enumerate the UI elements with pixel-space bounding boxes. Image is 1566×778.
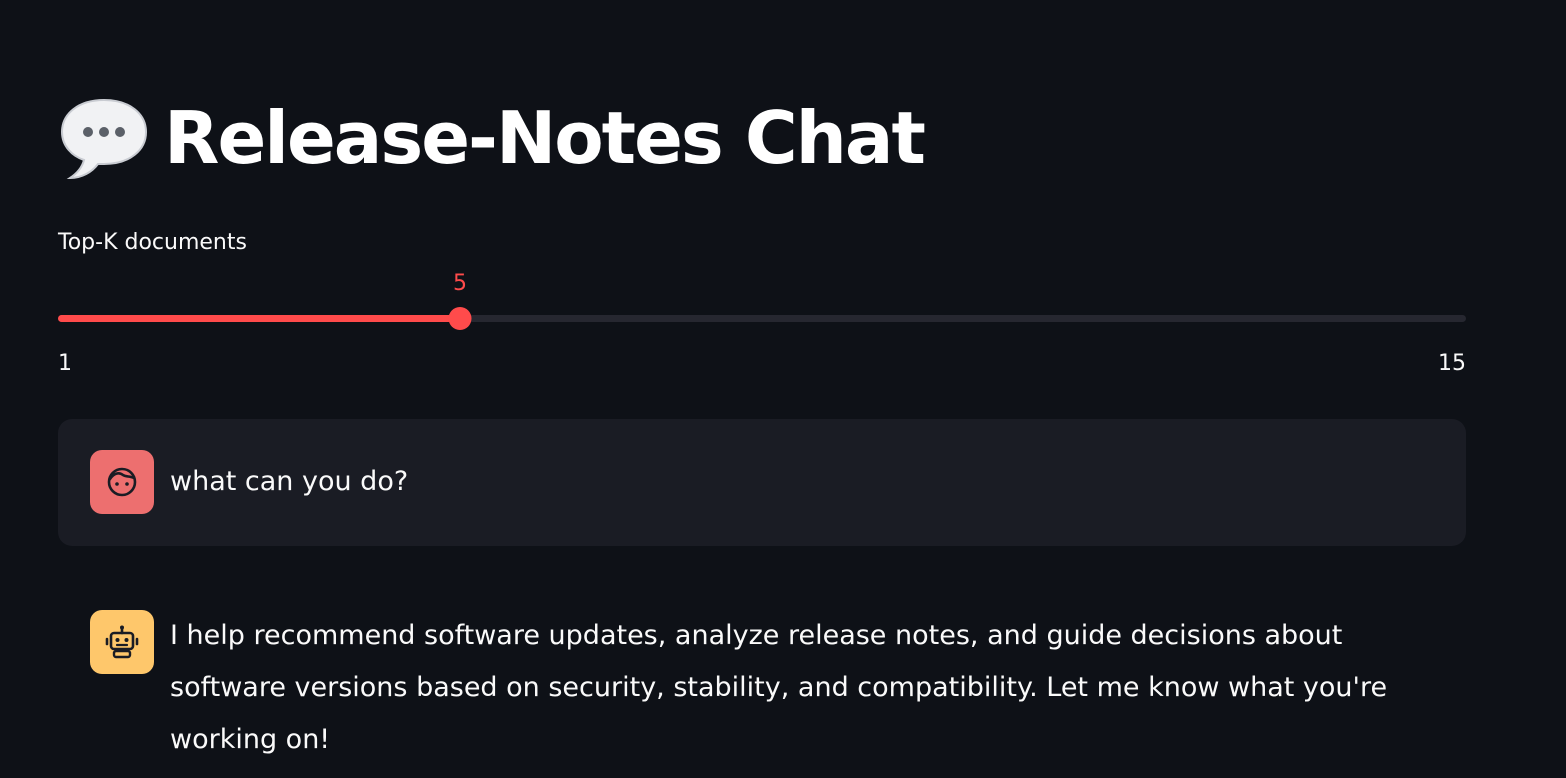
slider-min-label: 1	[58, 351, 72, 376]
assistant-avatar	[90, 610, 154, 674]
chat-message-user: what can you do?	[58, 419, 1466, 546]
user-face-icon	[107, 467, 137, 497]
slider-fill	[58, 315, 460, 322]
main-container: Release-Notes Chat Top-K documents 5 1 1…	[58, 0, 1466, 778]
slider-label: Top-K documents	[58, 230, 247, 255]
slider-max-label: 15	[1438, 351, 1466, 376]
slider-thumb[interactable]	[448, 307, 472, 330]
slider-track[interactable]	[58, 315, 1466, 322]
slider-current-value: 5	[453, 271, 467, 296]
user-avatar	[90, 450, 154, 514]
assistant-message-text: I help recommend software updates, analy…	[170, 620, 1388, 755]
robot-icon	[105, 625, 139, 659]
page-title: Release-Notes Chat	[164, 96, 926, 180]
page-header: Release-Notes Chat	[58, 88, 926, 188]
speech-balloon-icon	[60, 98, 148, 180]
user-message-text: what can you do?	[170, 466, 409, 497]
